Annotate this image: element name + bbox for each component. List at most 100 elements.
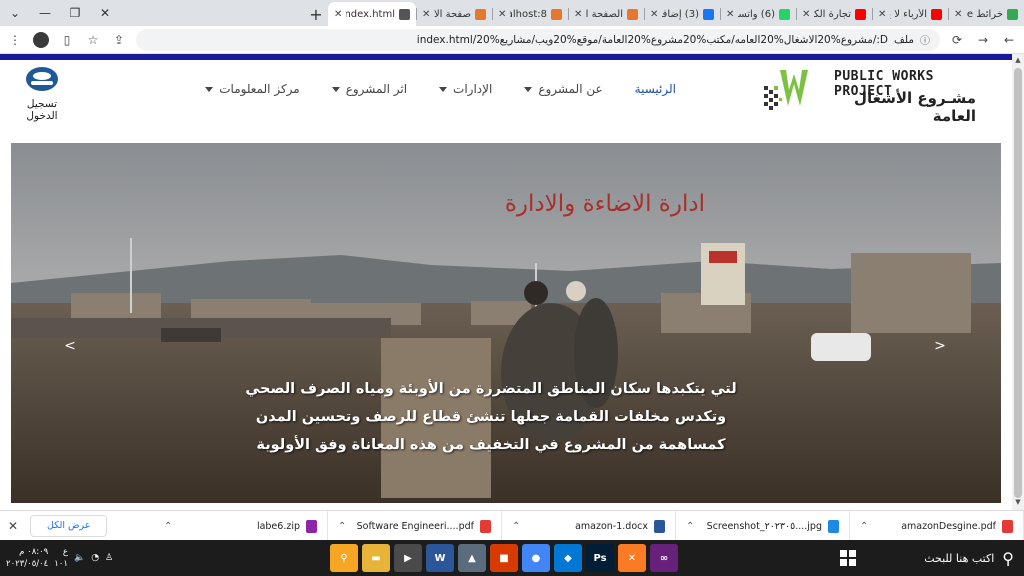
tab-search-chevron-icon[interactable]: ⌄ bbox=[0, 0, 30, 26]
tab-favicon-icon bbox=[703, 8, 714, 20]
tab-active[interactable]: index.html ✕ bbox=[328, 2, 416, 26]
back-icon[interactable]: ← bbox=[1000, 31, 1018, 49]
download-item[interactable]: ⌃ Screenshot_٢٠٢٣٠٥....jpg bbox=[676, 511, 850, 541]
tab-favicon-icon bbox=[399, 8, 410, 20]
nav-item-impact[interactable]: اثر المشروع bbox=[316, 82, 423, 96]
page-scrollbar[interactable]: ▲ ▼ bbox=[1012, 54, 1024, 510]
new-tab-button[interactable]: + bbox=[304, 2, 328, 26]
windows-taskbar: ٠٨:٠٩ م ٢٠٢٣/٠٥/٠٤ ع ١٠١ 🔈 ◔ ♙ ⚲ ▬ ▶ W ▲ ■ ● ◆ P… bbox=[0, 540, 1024, 576]
photoshop-icon[interactable]: Ps bbox=[586, 544, 614, 572]
person-icon[interactable]: ♙ bbox=[105, 553, 113, 563]
tab-close-icon[interactable]: ✕ bbox=[802, 9, 810, 20]
language-indicator[interactable]: ع ١٠١ bbox=[54, 546, 68, 570]
nav-item-home[interactable]: الرئيسية bbox=[619, 82, 692, 96]
reload-icon[interactable]: ⟳ bbox=[948, 31, 966, 49]
photos-icon[interactable]: ▲ bbox=[458, 544, 486, 572]
download-filename: Software Engineeri....pdf bbox=[356, 520, 474, 532]
close-window-icon[interactable]: ✕ bbox=[90, 0, 120, 26]
nav-item-info-center[interactable]: مركز المعلومات bbox=[189, 82, 315, 96]
minimize-icon[interactable]: — bbox=[30, 0, 60, 26]
caret-down-icon bbox=[524, 86, 533, 92]
nav-item-label: مركز المعلومات bbox=[219, 82, 300, 96]
nav-item-departments[interactable]: الإدارات bbox=[423, 82, 508, 96]
vscode-icon[interactable]: ◆ bbox=[554, 544, 582, 572]
scroll-down-arrow-icon[interactable]: ▼ bbox=[1014, 498, 1022, 508]
file-explorer-icon[interactable]: ▬ bbox=[362, 544, 390, 572]
tab-close-icon[interactable]: ✕ bbox=[726, 9, 734, 20]
hero-carousel: ادارة الاضاءة والادارة لتي يتكبدها سكان … bbox=[11, 143, 1001, 503]
taskbar-search-label: اكتب هنا للبحث bbox=[924, 551, 995, 565]
network-icon[interactable]: ◔ bbox=[91, 553, 99, 563]
browser-tab[interactable]: localhost:8 ✕ bbox=[492, 2, 568, 26]
tab-label: localhost:8 bbox=[510, 8, 547, 20]
address-bar[interactable]: ⓘ ملف D:/مشروع%20الاشغال%20العامه/مكتب%2… bbox=[136, 28, 940, 51]
bookmark-star-icon[interactable]: ☆ bbox=[84, 31, 102, 49]
tab-close-icon[interactable]: ✕ bbox=[574, 9, 582, 20]
browser-tab[interactable]: الصفحة الر ✕ bbox=[568, 2, 644, 26]
browser-tab[interactable]: الأرباء لا يـ ✕ bbox=[872, 2, 948, 26]
tab-close-icon[interactable]: ✕ bbox=[422, 9, 430, 20]
hero-caption: لتي يتكبدها سكان المناطق المتضررة من الأ… bbox=[241, 375, 741, 459]
taskbar-search[interactable]: ⚲ اكتب هنا للبحث bbox=[864, 542, 1024, 574]
tab-label: index.html bbox=[346, 8, 395, 20]
menu-kebab-icon[interactable]: ⋮ bbox=[6, 31, 24, 49]
hero-caption-line: كمساهمة من المشروع في التخفيف من هذه الم… bbox=[256, 437, 726, 453]
download-item[interactable]: ⌃ Software Engineeri....pdf bbox=[328, 511, 502, 541]
chrome-icon[interactable]: ● bbox=[522, 544, 550, 572]
login-button[interactable]: تسجيل الدخول bbox=[10, 66, 74, 122]
windows-start-icon[interactable] bbox=[840, 550, 856, 566]
search-app-icon[interactable]: ⚲ bbox=[330, 544, 358, 572]
caret-down-icon bbox=[331, 86, 340, 92]
restore-icon[interactable]: ❐ bbox=[60, 0, 90, 26]
chevron-up-icon[interactable]: ⌃ bbox=[512, 521, 520, 532]
tab-label: خرائط Google bbox=[966, 8, 1003, 20]
visual-studio-icon[interactable]: ∞ bbox=[650, 544, 678, 572]
browser-tab[interactable]: (3) إضافة ✕ bbox=[644, 2, 720, 26]
download-item[interactable]: ⌃ amazonDesgine.pdf bbox=[850, 511, 1024, 541]
carousel-prev-button[interactable]: < bbox=[59, 335, 81, 357]
show-all-downloads-button[interactable]: عرض الكل bbox=[30, 514, 108, 537]
chevron-up-icon[interactable]: ⌃ bbox=[164, 521, 172, 532]
browser-tab[interactable]: صفحة الاقـ ✕ bbox=[416, 2, 492, 26]
chevron-up-icon[interactable]: ⌃ bbox=[860, 521, 868, 532]
tab-close-icon[interactable]: ✕ bbox=[650, 9, 658, 20]
site-info-icon[interactable]: ⓘ bbox=[920, 32, 930, 47]
file-type-icon bbox=[654, 519, 665, 533]
browser-tab[interactable]: خرائط Google ✕ bbox=[948, 2, 1024, 26]
sidepanel-icon[interactable]: ▯ bbox=[58, 31, 76, 49]
nav-item-label: عن المشروع bbox=[538, 82, 603, 96]
tab-close-icon[interactable]: ✕ bbox=[954, 9, 962, 20]
pwp-logo-mark-icon bbox=[764, 70, 808, 110]
browser-tab[interactable]: تجارة الكترو ✕ bbox=[796, 2, 872, 26]
scroll-thumb[interactable] bbox=[1014, 68, 1022, 498]
download-filename: amazon-1.docx bbox=[575, 520, 648, 532]
profile-avatar[interactable] bbox=[32, 31, 50, 49]
close-icon[interactable]: ✕ bbox=[0, 519, 26, 533]
word-icon[interactable]: W bbox=[426, 544, 454, 572]
carousel-next-button[interactable]: > bbox=[929, 335, 951, 357]
tab-close-icon[interactable]: ✕ bbox=[878, 9, 886, 20]
chevron-up-icon[interactable]: ⌃ bbox=[338, 521, 346, 532]
download-filename: amazonDesgine.pdf bbox=[901, 520, 996, 532]
forward-icon[interactable]: → bbox=[974, 31, 992, 49]
download-item[interactable]: ⌃ labe6.zip bbox=[154, 511, 328, 541]
video-app-icon[interactable]: ▶ bbox=[394, 544, 422, 572]
xampp-icon[interactable]: ✕ bbox=[618, 544, 646, 572]
taskbar-clock[interactable]: ٠٨:٠٩ م ٢٠٢٣/٠٥/٠٤ bbox=[6, 546, 48, 570]
login-label: تسجيل الدخول bbox=[26, 98, 58, 122]
tab-label: صفحة الاقـ bbox=[434, 8, 471, 20]
hero-caption-line: لتي يتكبدها سكان المناطق المتضررة من الأ… bbox=[245, 381, 737, 397]
site-logo[interactable]: PUBLIC WORKS PROJECT مشـروع الأشغال العا… bbox=[762, 62, 976, 125]
share-icon[interactable]: ⇪ bbox=[110, 31, 128, 49]
scroll-up-arrow-icon[interactable]: ▲ bbox=[1014, 56, 1022, 66]
speaker-icon[interactable]: 🔈 bbox=[74, 553, 85, 563]
chevron-up-icon[interactable]: ⌃ bbox=[686, 521, 694, 532]
nav-item-about[interactable]: عن المشروع bbox=[508, 82, 618, 96]
browser-tab[interactable]: (6) واتساب ✕ bbox=[720, 2, 796, 26]
tab-close-icon[interactable]: ✕ bbox=[334, 9, 342, 20]
user-login-icon bbox=[26, 67, 58, 91]
tab-close-icon[interactable]: ✕ bbox=[498, 9, 506, 20]
office-app-icon[interactable]: ■ bbox=[490, 544, 518, 572]
download-item[interactable]: ⌃ amazon-1.docx bbox=[502, 511, 676, 541]
clock-date: ٢٠٢٣/٠٥/٠٤ bbox=[6, 559, 49, 569]
